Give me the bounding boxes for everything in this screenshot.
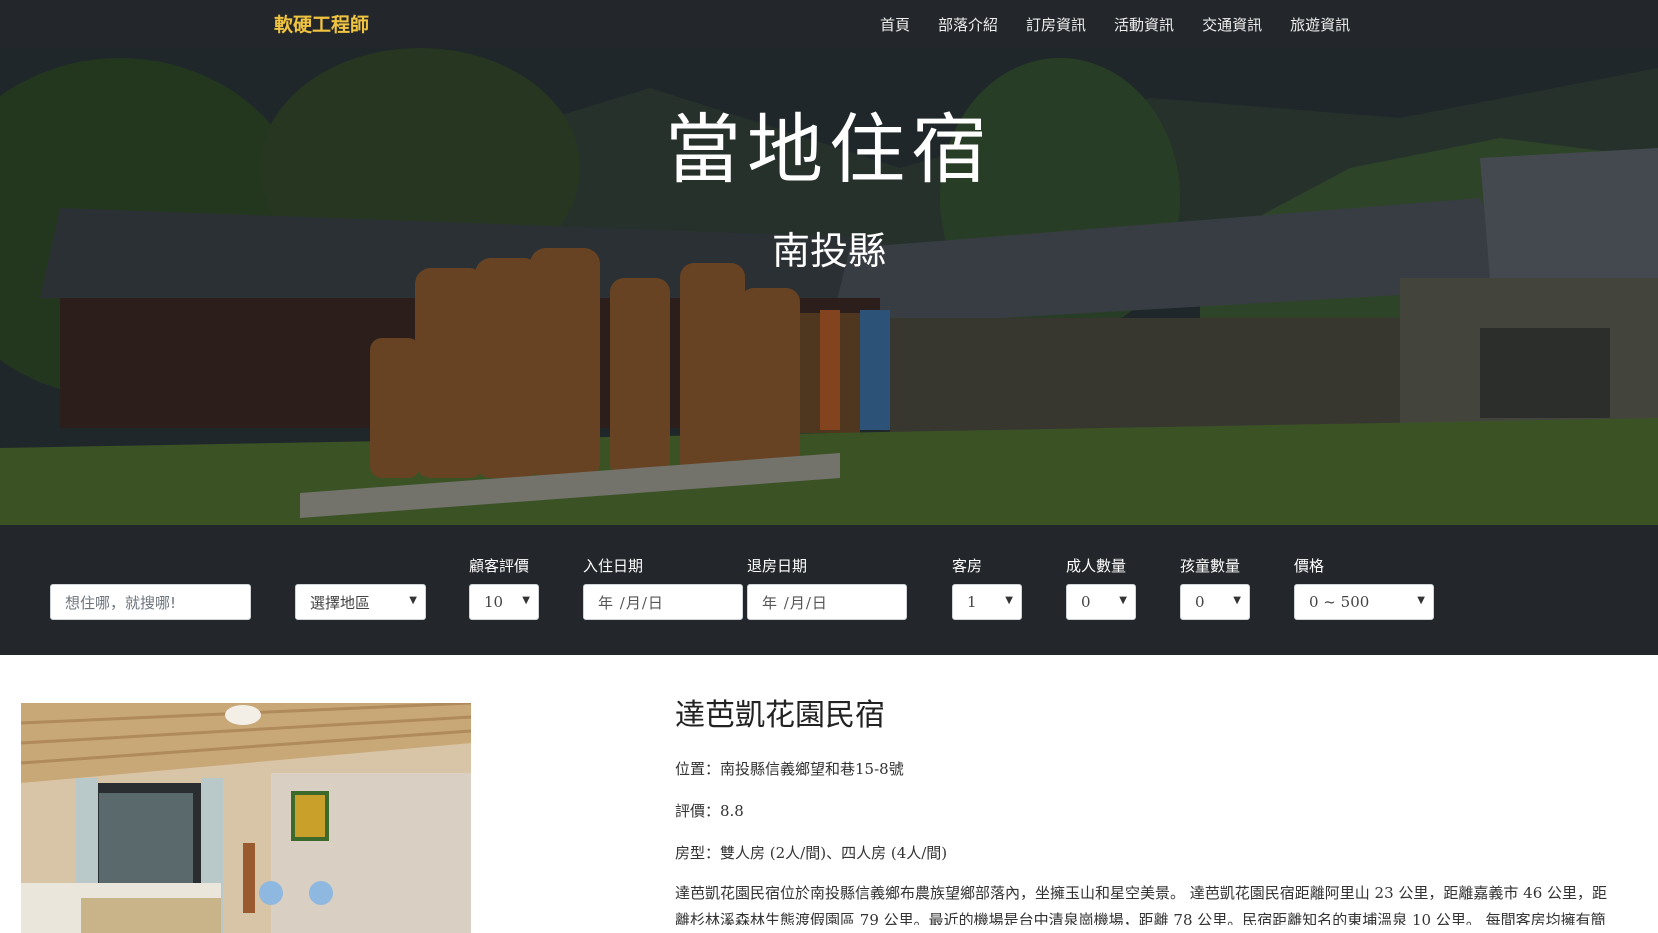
children-select-value: 0 (1195, 593, 1205, 611)
listing-rating: 評價：8.8 (675, 802, 744, 820)
adults-select-value: 0 (1081, 593, 1091, 611)
adults-label: 成人數量 (1066, 557, 1127, 575)
rating-select-value: 10 (484, 593, 504, 611)
hero-banner: 當地住宿 南投縣 (0, 48, 1658, 525)
chevron-down-icon: ▼ (1119, 595, 1127, 606)
checkout-label: 退房日期 (747, 557, 808, 575)
checkin-date-input[interactable]: 年 /月/日 (583, 584, 743, 620)
room-image (21, 703, 471, 933)
nav-link-activities[interactable]: 活動資訊 (1114, 14, 1174, 35)
chevron-down-icon: ▼ (522, 595, 530, 606)
region-select[interactable]: 選擇地區 ▼ (295, 584, 426, 620)
brand-logo[interactable]: 軟硬工程師 (274, 10, 369, 37)
region-select-value: 選擇地區 (310, 593, 371, 612)
listing-title[interactable]: 達芭凱花園民宿 (675, 690, 885, 734)
rating-label: 顧客評價 (469, 557, 530, 575)
nav-links: 首頁 部落介紹 訂房資訊 活動資訊 交通資訊 旅遊資訊 (880, 0, 1378, 48)
rooms-select[interactable]: 1 ▼ (952, 584, 1022, 620)
listing-description: 達芭凱花園民宿位於南投縣信義鄉布農族望鄉部落內，坐擁玉山和星空美景。 達芭凱花園… (675, 884, 1608, 925)
nav-link-tribe[interactable]: 部落介紹 (938, 14, 998, 35)
hero-subtitle: 南投縣 (771, 229, 886, 273)
checkin-date-value: 年 /月/日 (598, 593, 664, 612)
chevron-down-icon: ▼ (409, 595, 417, 606)
rating-select[interactable]: 10 ▼ (469, 584, 539, 620)
nav-link-transport[interactable]: 交通資訊 (1202, 14, 1262, 35)
nav-link-booking[interactable]: 訂房資訊 (1026, 14, 1086, 35)
rooms-label: 客房 (952, 557, 983, 575)
listing-photo[interactable] (21, 703, 471, 933)
hero-title: 當地住宿 (665, 105, 993, 194)
nav-link-home[interactable]: 首頁 (880, 14, 910, 35)
listing-location: 位置：南投縣信義鄉望和巷15-8號 (675, 760, 904, 778)
price-label: 價格 (1294, 557, 1325, 575)
price-select[interactable]: 0 ~ 500 ▼ (1294, 584, 1434, 620)
children-select[interactable]: 0 ▼ (1180, 584, 1250, 620)
checkout-date-input[interactable]: 年 /月/日 (747, 584, 907, 620)
checkout-date-value: 年 /月/日 (762, 593, 828, 612)
children-label: 孩童數量 (1180, 557, 1241, 575)
listing-room-types: 房型：雙人房 (2人/間)、四人房 (4人/間) (675, 844, 948, 862)
nav-link-travel[interactable]: 旅遊資訊 (1290, 14, 1350, 35)
chevron-down-icon: ▼ (1233, 595, 1241, 606)
chevron-down-icon: ▼ (1005, 595, 1013, 606)
keyword-search-input[interactable]: 想住哪，就搜哪! (50, 584, 251, 620)
checkin-label: 入住日期 (583, 557, 644, 575)
rooms-select-value: 1 (967, 593, 977, 611)
search-bar: 想住哪，就搜哪! 選擇地區 ▼ 顧客評價 10 ▼ 入住日期 年 /月/日 退房… (0, 525, 1658, 655)
price-select-value: 0 ~ 500 (1309, 593, 1370, 611)
top-navbar: 軟硬工程師 首頁 部落介紹 訂房資訊 活動資訊 交通資訊 旅遊資訊 (0, 0, 1658, 48)
chevron-down-icon: ▼ (1417, 595, 1425, 606)
adults-select[interactable]: 0 ▼ (1066, 584, 1136, 620)
